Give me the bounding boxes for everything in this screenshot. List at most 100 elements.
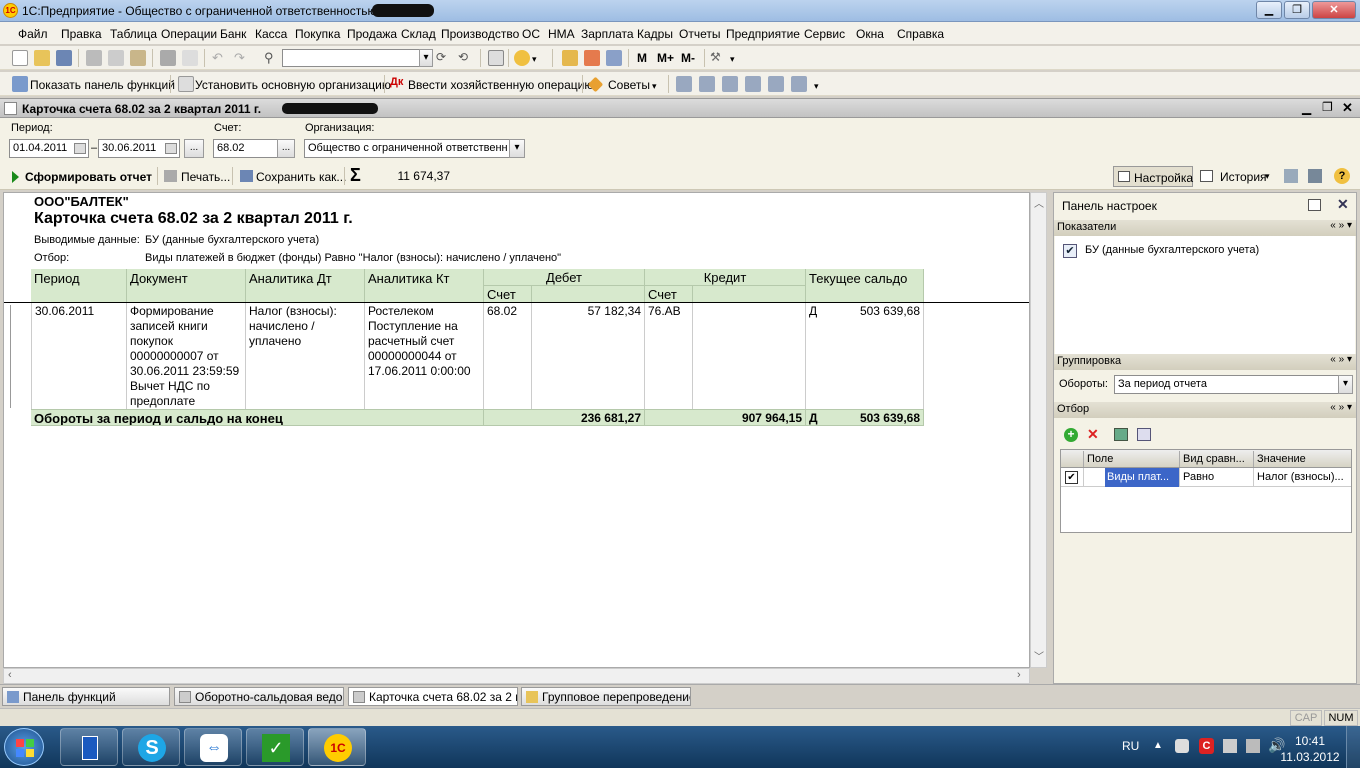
menu-cash[interactable]: Касса bbox=[255, 27, 287, 41]
cell-document[interactable]: Формирование записей книги покупок 00000… bbox=[127, 303, 246, 409]
menu-sales[interactable]: Продажа bbox=[347, 27, 397, 41]
calculator-icon[interactable] bbox=[562, 50, 578, 66]
show-function-panel-button[interactable]: Показать панель функций bbox=[30, 78, 175, 92]
scroll-right-icon[interactable]: › bbox=[1017, 669, 1021, 681]
tray-network-icon[interactable] bbox=[1175, 739, 1189, 753]
cell-debit-sum[interactable]: 57 182,34 bbox=[532, 303, 645, 409]
tab-account-card[interactable]: Карточка счета 68.02 за 2 к... bbox=[348, 687, 518, 706]
copy-icon[interactable] bbox=[108, 50, 124, 66]
cut-icon[interactable] bbox=[86, 50, 102, 66]
menu-intangibles[interactable]: НМА bbox=[548, 27, 575, 41]
show-desktop-button[interactable] bbox=[1346, 726, 1360, 768]
cell-debit-account[interactable]: 68.02 bbox=[484, 303, 532, 409]
tips-dropdown-icon[interactable]: ▾ bbox=[652, 81, 657, 92]
print-icon[interactable] bbox=[160, 50, 176, 66]
filter-row-field[interactable]: Виды плат... bbox=[1105, 468, 1179, 487]
menu-hr[interactable]: Кадры bbox=[637, 27, 673, 41]
panel-options-icon[interactable] bbox=[1308, 199, 1321, 211]
account-field[interactable]: 68.02 bbox=[213, 139, 278, 158]
turnover-dropdown-button[interactable]: ▾ bbox=[1338, 375, 1353, 394]
report-icon-1[interactable] bbox=[676, 76, 692, 92]
menu-file[interactable]: Файл bbox=[18, 27, 48, 41]
generate-report-button[interactable]: Сформировать отчет bbox=[25, 170, 152, 184]
clock-date[interactable]: 11.03.2012 bbox=[1279, 750, 1341, 764]
menu-production[interactable]: Производство bbox=[441, 27, 519, 41]
save-icon[interactable] bbox=[56, 50, 72, 66]
memory-plus-button[interactable]: M+ bbox=[657, 51, 674, 65]
menu-table[interactable]: Таблица bbox=[110, 27, 157, 41]
save-settings-icon[interactable] bbox=[1308, 169, 1322, 183]
filter-row-checkbox[interactable]: ✔ bbox=[1065, 471, 1078, 484]
menu-salary[interactable]: Зарплата bbox=[581, 27, 634, 41]
save-as-button[interactable]: Сохранить как... bbox=[256, 170, 346, 184]
memory-minus-button[interactable]: M- bbox=[681, 51, 695, 65]
tray-flag-icon[interactable] bbox=[1223, 739, 1237, 753]
report-horizontal-scrollbar[interactable]: ‹ › bbox=[3, 668, 1030, 684]
tips-button[interactable]: Советы bbox=[608, 78, 650, 92]
new-document-icon[interactable] bbox=[12, 50, 28, 66]
search-dropdown-button[interactable]: ▾ bbox=[419, 49, 433, 67]
report-icon-4[interactable] bbox=[745, 76, 761, 92]
clock-time[interactable]: 10:41 bbox=[1290, 734, 1330, 748]
set-main-organization-button[interactable]: Установить основную организацию bbox=[195, 78, 391, 92]
taskbar-calculator[interactable] bbox=[60, 728, 118, 766]
tray-monitor-icon[interactable] bbox=[1246, 739, 1260, 753]
tools-dropdown-icon[interactable]: ▾ bbox=[730, 54, 746, 70]
maximize-button[interactable]: ❐ bbox=[1284, 1, 1310, 19]
taskbar-tasks-app[interactable]: ✓ bbox=[246, 728, 304, 766]
group-filter-icon[interactable] bbox=[1114, 428, 1128, 441]
menu-purchase[interactable]: Покупка bbox=[295, 27, 340, 41]
menu-help[interactable]: Справка bbox=[897, 27, 944, 41]
copy-filter-icon[interactable] bbox=[1137, 428, 1151, 441]
calendar-icon[interactable] bbox=[165, 143, 177, 154]
windows-icon[interactable] bbox=[488, 50, 504, 66]
cell-balance-sum[interactable]: 503 639,68 bbox=[832, 303, 924, 409]
section-nav-icon[interactable]: « » ▾ bbox=[1330, 402, 1352, 413]
doc-minimize-button[interactable]: ▁ bbox=[1302, 101, 1311, 115]
history-button[interactable]: История bbox=[1220, 170, 1267, 184]
cell-balance-side[interactable]: Д bbox=[806, 303, 832, 409]
menu-warehouse[interactable]: Склад bbox=[401, 27, 436, 41]
report-icon-2[interactable] bbox=[699, 76, 715, 92]
scroll-up-icon[interactable]: ︿ bbox=[1034, 195, 1044, 210]
delete-filter-icon[interactable]: ✕ bbox=[1087, 426, 1099, 443]
menu-bank[interactable]: Банк bbox=[220, 27, 246, 41]
taskbar-1c[interactable]: 1С bbox=[308, 728, 366, 766]
reports-dropdown-icon[interactable]: ▾ bbox=[814, 81, 819, 92]
taskbar-teamviewer[interactable]: ⇔ bbox=[184, 728, 242, 766]
report-icon-3[interactable] bbox=[722, 76, 738, 92]
account-select-button[interactable]: ... bbox=[277, 139, 295, 158]
panel-close-icon[interactable]: ✕ bbox=[1337, 196, 1349, 213]
find-prev-icon[interactable]: ⟲ bbox=[458, 50, 474, 66]
section-nav-icon[interactable]: « » ▾ bbox=[1330, 220, 1352, 231]
calendar-icon[interactable] bbox=[584, 50, 600, 66]
enter-operation-button[interactable]: Ввести хозяйственную операцию bbox=[408, 78, 593, 92]
help-icon[interactable]: ? bbox=[1334, 168, 1350, 184]
calendar-icon[interactable] bbox=[74, 143, 86, 154]
add-filter-icon[interactable]: + bbox=[1064, 428, 1078, 442]
cell-analytics-kt[interactable]: Ростелеком Поступление на расчетный счет… bbox=[365, 303, 484, 409]
settings-button[interactable]: Настройка bbox=[1113, 166, 1193, 187]
menu-fixed-assets[interactable]: ОС bbox=[522, 27, 540, 41]
period-select-button[interactable]: ... bbox=[184, 139, 204, 158]
export-icon[interactable] bbox=[1284, 169, 1298, 183]
print-preview-icon[interactable] bbox=[182, 50, 198, 66]
find-next-icon[interactable]: ⟳ bbox=[436, 50, 452, 66]
menu-service[interactable]: Сервис bbox=[804, 27, 845, 41]
tools-icon[interactable]: ⚒ bbox=[710, 50, 726, 66]
organization-dropdown-button[interactable]: ▾ bbox=[509, 139, 525, 158]
doc-close-button[interactable]: ✕ bbox=[1342, 100, 1353, 116]
menu-windows[interactable]: Окна bbox=[856, 27, 884, 41]
memory-m-button[interactable]: M bbox=[637, 51, 647, 65]
print-button[interactable]: Печать... bbox=[181, 170, 230, 184]
report-vertical-scrollbar[interactable]: ︿ ﹀ bbox=[1030, 192, 1047, 668]
scroll-left-icon[interactable]: ‹ bbox=[8, 669, 12, 681]
turnover-field[interactable]: За период отчета bbox=[1114, 375, 1339, 394]
info-icon[interactable] bbox=[514, 50, 530, 66]
organization-field[interactable]: Общество с ограниченной ответственн bbox=[304, 139, 510, 158]
menu-edit[interactable]: Правка bbox=[61, 27, 102, 41]
report-spreadsheet[interactable]: ООО"БАЛТЕК" Карточка счета 68.02 за 2 кв… bbox=[3, 192, 1030, 668]
info-dropdown-icon[interactable]: ▾ bbox=[532, 54, 548, 70]
indicator-checkbox[interactable]: ✔ bbox=[1063, 244, 1077, 258]
cell-analytics-dt[interactable]: Налог (взносы): начислено / уплачено bbox=[246, 303, 365, 409]
